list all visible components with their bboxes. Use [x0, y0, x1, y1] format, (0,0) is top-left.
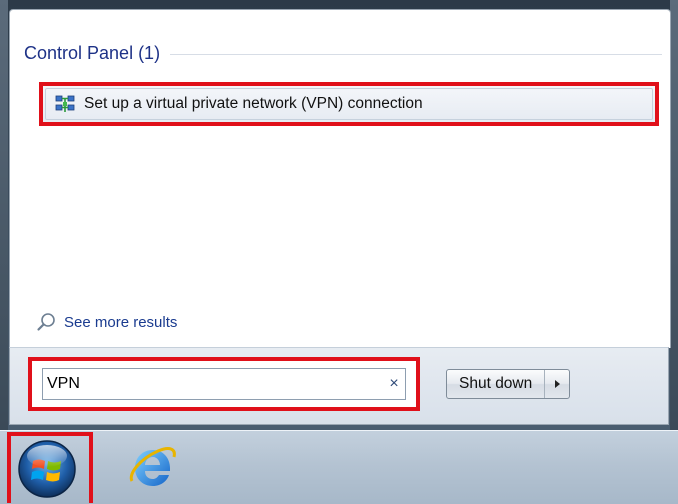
taskbar — [0, 430, 678, 504]
see-more-label: See more results — [64, 313, 178, 331]
shutdown-options-arrow-icon[interactable] — [545, 370, 569, 398]
results-group-header: Control Panel (1) — [24, 40, 662, 66]
shutdown-button[interactable]: Shut down — [447, 370, 544, 398]
result-item-vpn-connection[interactable]: Set up a virtual private network (VPN) c… — [39, 82, 659, 126]
search-box: × — [42, 368, 406, 400]
network-icon — [55, 95, 75, 113]
internet-explorer-icon[interactable] — [126, 441, 180, 495]
group-divider — [170, 53, 662, 55]
start-menu-right-edge — [670, 0, 678, 430]
start-menu-left-edge — [0, 0, 8, 430]
see-more-results-link[interactable]: See more results — [36, 312, 177, 332]
search-highlight: × — [28, 357, 420, 411]
result-item-label: Set up a virtual private network (VPN) c… — [84, 95, 423, 112]
search-input[interactable] — [43, 368, 383, 400]
windows-orb-icon[interactable] — [17, 439, 77, 499]
clear-search-icon[interactable]: × — [383, 376, 405, 392]
search-icon — [36, 312, 56, 332]
results-group-title: Control Panel (1) — [24, 42, 161, 63]
start-menu: Control Panel (1) Set up a virtual priva… — [0, 0, 678, 430]
shutdown-split-button: Shut down — [446, 369, 571, 399]
